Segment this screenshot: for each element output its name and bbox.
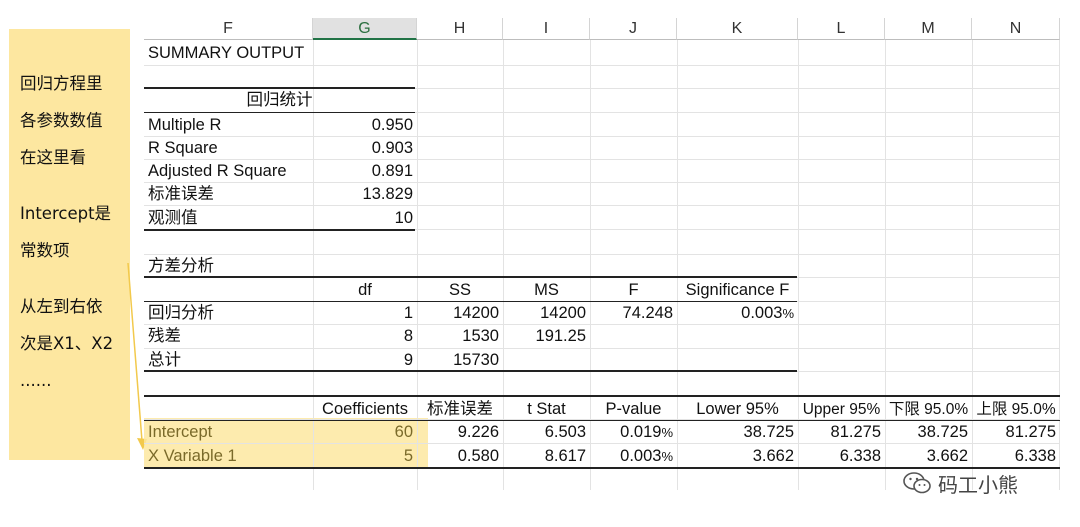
regression-stats-title[interactable]: 回归统计 — [144, 89, 415, 112]
coef-value[interactable]: 5 — [313, 445, 417, 468]
column-header-n[interactable]: N — [972, 18, 1060, 40]
anova-header[interactable]: Significance F — [677, 279, 798, 302]
coef-se[interactable]: 0.580 — [417, 445, 503, 468]
coef-lower2[interactable]: 3.662 — [885, 445, 972, 468]
anova-significance[interactable]: 0.003% — [677, 302, 798, 325]
coef-header[interactable]: Lower 95% — [677, 398, 798, 421]
note-line: 各参数数值 — [20, 111, 103, 130]
coef-t[interactable]: 6.503 — [503, 421, 590, 444]
watermark: 码工小熊 — [902, 466, 1062, 500]
coef-header[interactable]: Upper 95% — [798, 398, 885, 421]
anova-header[interactable]: SS — [417, 279, 503, 302]
coef-p[interactable]: 0.019% — [590, 421, 677, 444]
stat-value[interactable]: 13.829 — [313, 183, 417, 206]
anova-df[interactable]: 1 — [313, 302, 417, 325]
anova-f[interactable]: 74.248 — [590, 302, 677, 325]
note-line: 次是X1、X2 — [20, 334, 114, 353]
stat-label[interactable]: 标准误差 — [144, 183, 313, 206]
anova-ss[interactable]: 1530 — [417, 325, 503, 348]
coef-upper[interactable]: 6.338 — [798, 445, 885, 468]
coef-lower2[interactable]: 38.725 — [885, 421, 972, 444]
stat-value[interactable]: 0.891 — [313, 160, 417, 183]
coef-header[interactable]: t Stat — [503, 398, 590, 421]
anova-row-label[interactable]: 回归分析 — [144, 302, 313, 325]
note-line: 从左到右依 — [20, 297, 103, 316]
stat-label[interactable]: R Square — [144, 137, 313, 160]
note-line: 回归方程里 — [20, 74, 103, 93]
anova-row-label[interactable]: 残差 — [144, 325, 313, 348]
note-line: ...... — [20, 371, 52, 390]
summary-title[interactable]: SUMMARY OUTPUT — [144, 42, 414, 65]
anova-header[interactable]: MS — [503, 279, 590, 302]
column-header-k[interactable]: K — [677, 18, 798, 40]
coef-row-label[interactable]: X Variable 1 — [144, 445, 313, 468]
column-header-f[interactable]: F — [144, 18, 313, 40]
stat-label[interactable]: Multiple R — [144, 114, 313, 137]
column-header-l[interactable]: L — [798, 18, 885, 40]
coef-header[interactable]: P-value — [590, 398, 677, 421]
stat-value[interactable]: 10 — [313, 207, 417, 230]
coef-lower[interactable]: 3.662 — [677, 445, 798, 468]
anova-ms[interactable]: 191.25 — [503, 325, 590, 348]
anova-ms[interactable]: 14200 — [503, 302, 590, 325]
coef-se[interactable]: 9.226 — [417, 421, 503, 444]
coef-lower[interactable]: 38.725 — [677, 421, 798, 444]
anova-ss[interactable]: 15730 — [417, 349, 503, 372]
column-header-g[interactable]: G — [313, 18, 417, 40]
coef-header[interactable]: 下限 95.0% — [885, 398, 972, 421]
coef-header[interactable]: 标准误差 — [417, 398, 503, 421]
coef-upper2[interactable]: 81.275 — [972, 421, 1060, 444]
coef-row-label[interactable]: Intercept — [144, 421, 313, 444]
anova-header[interactable]: F — [590, 279, 677, 302]
note-line: 在这里看 — [20, 148, 86, 167]
column-header-i[interactable]: I — [503, 18, 590, 40]
stat-label[interactable]: Adjusted R Square — [144, 160, 313, 183]
stat-value[interactable]: 0.950 — [313, 114, 417, 137]
coef-upper[interactable]: 81.275 — [798, 421, 885, 444]
anova-ss[interactable]: 14200 — [417, 302, 503, 325]
note-line: Intercept是 — [20, 204, 112, 223]
anova-df[interactable]: 9 — [313, 349, 417, 372]
column-header-m[interactable]: M — [885, 18, 972, 40]
wechat-icon — [903, 472, 931, 494]
stat-value[interactable]: 0.903 — [313, 137, 417, 160]
coef-t[interactable]: 8.617 — [503, 445, 590, 468]
coef-header[interactable]: Coefficients — [313, 398, 417, 421]
annotation-note: 回归方程里 各参数数值 在这里看 Intercept是 常数项 从左到右依 次是… — [9, 29, 130, 460]
column-header-h[interactable]: H — [417, 18, 503, 40]
coef-value[interactable]: 60 — [313, 421, 417, 444]
anova-row-label[interactable]: 总计 — [144, 349, 313, 372]
watermark-text: 码工小熊 — [938, 472, 1018, 497]
anova-df[interactable]: 8 — [313, 325, 417, 348]
coef-p[interactable]: 0.003% — [590, 445, 677, 468]
coef-header[interactable]: 上限 95.0% — [972, 398, 1060, 421]
stat-label[interactable]: 观测值 — [144, 207, 313, 230]
anova-header[interactable]: df — [313, 279, 417, 302]
coef-upper2[interactable]: 6.338 — [972, 445, 1060, 468]
anova-title[interactable]: 方差分析 — [144, 255, 313, 278]
note-line: 常数项 — [20, 241, 70, 260]
column-header-j[interactable]: J — [590, 18, 677, 40]
